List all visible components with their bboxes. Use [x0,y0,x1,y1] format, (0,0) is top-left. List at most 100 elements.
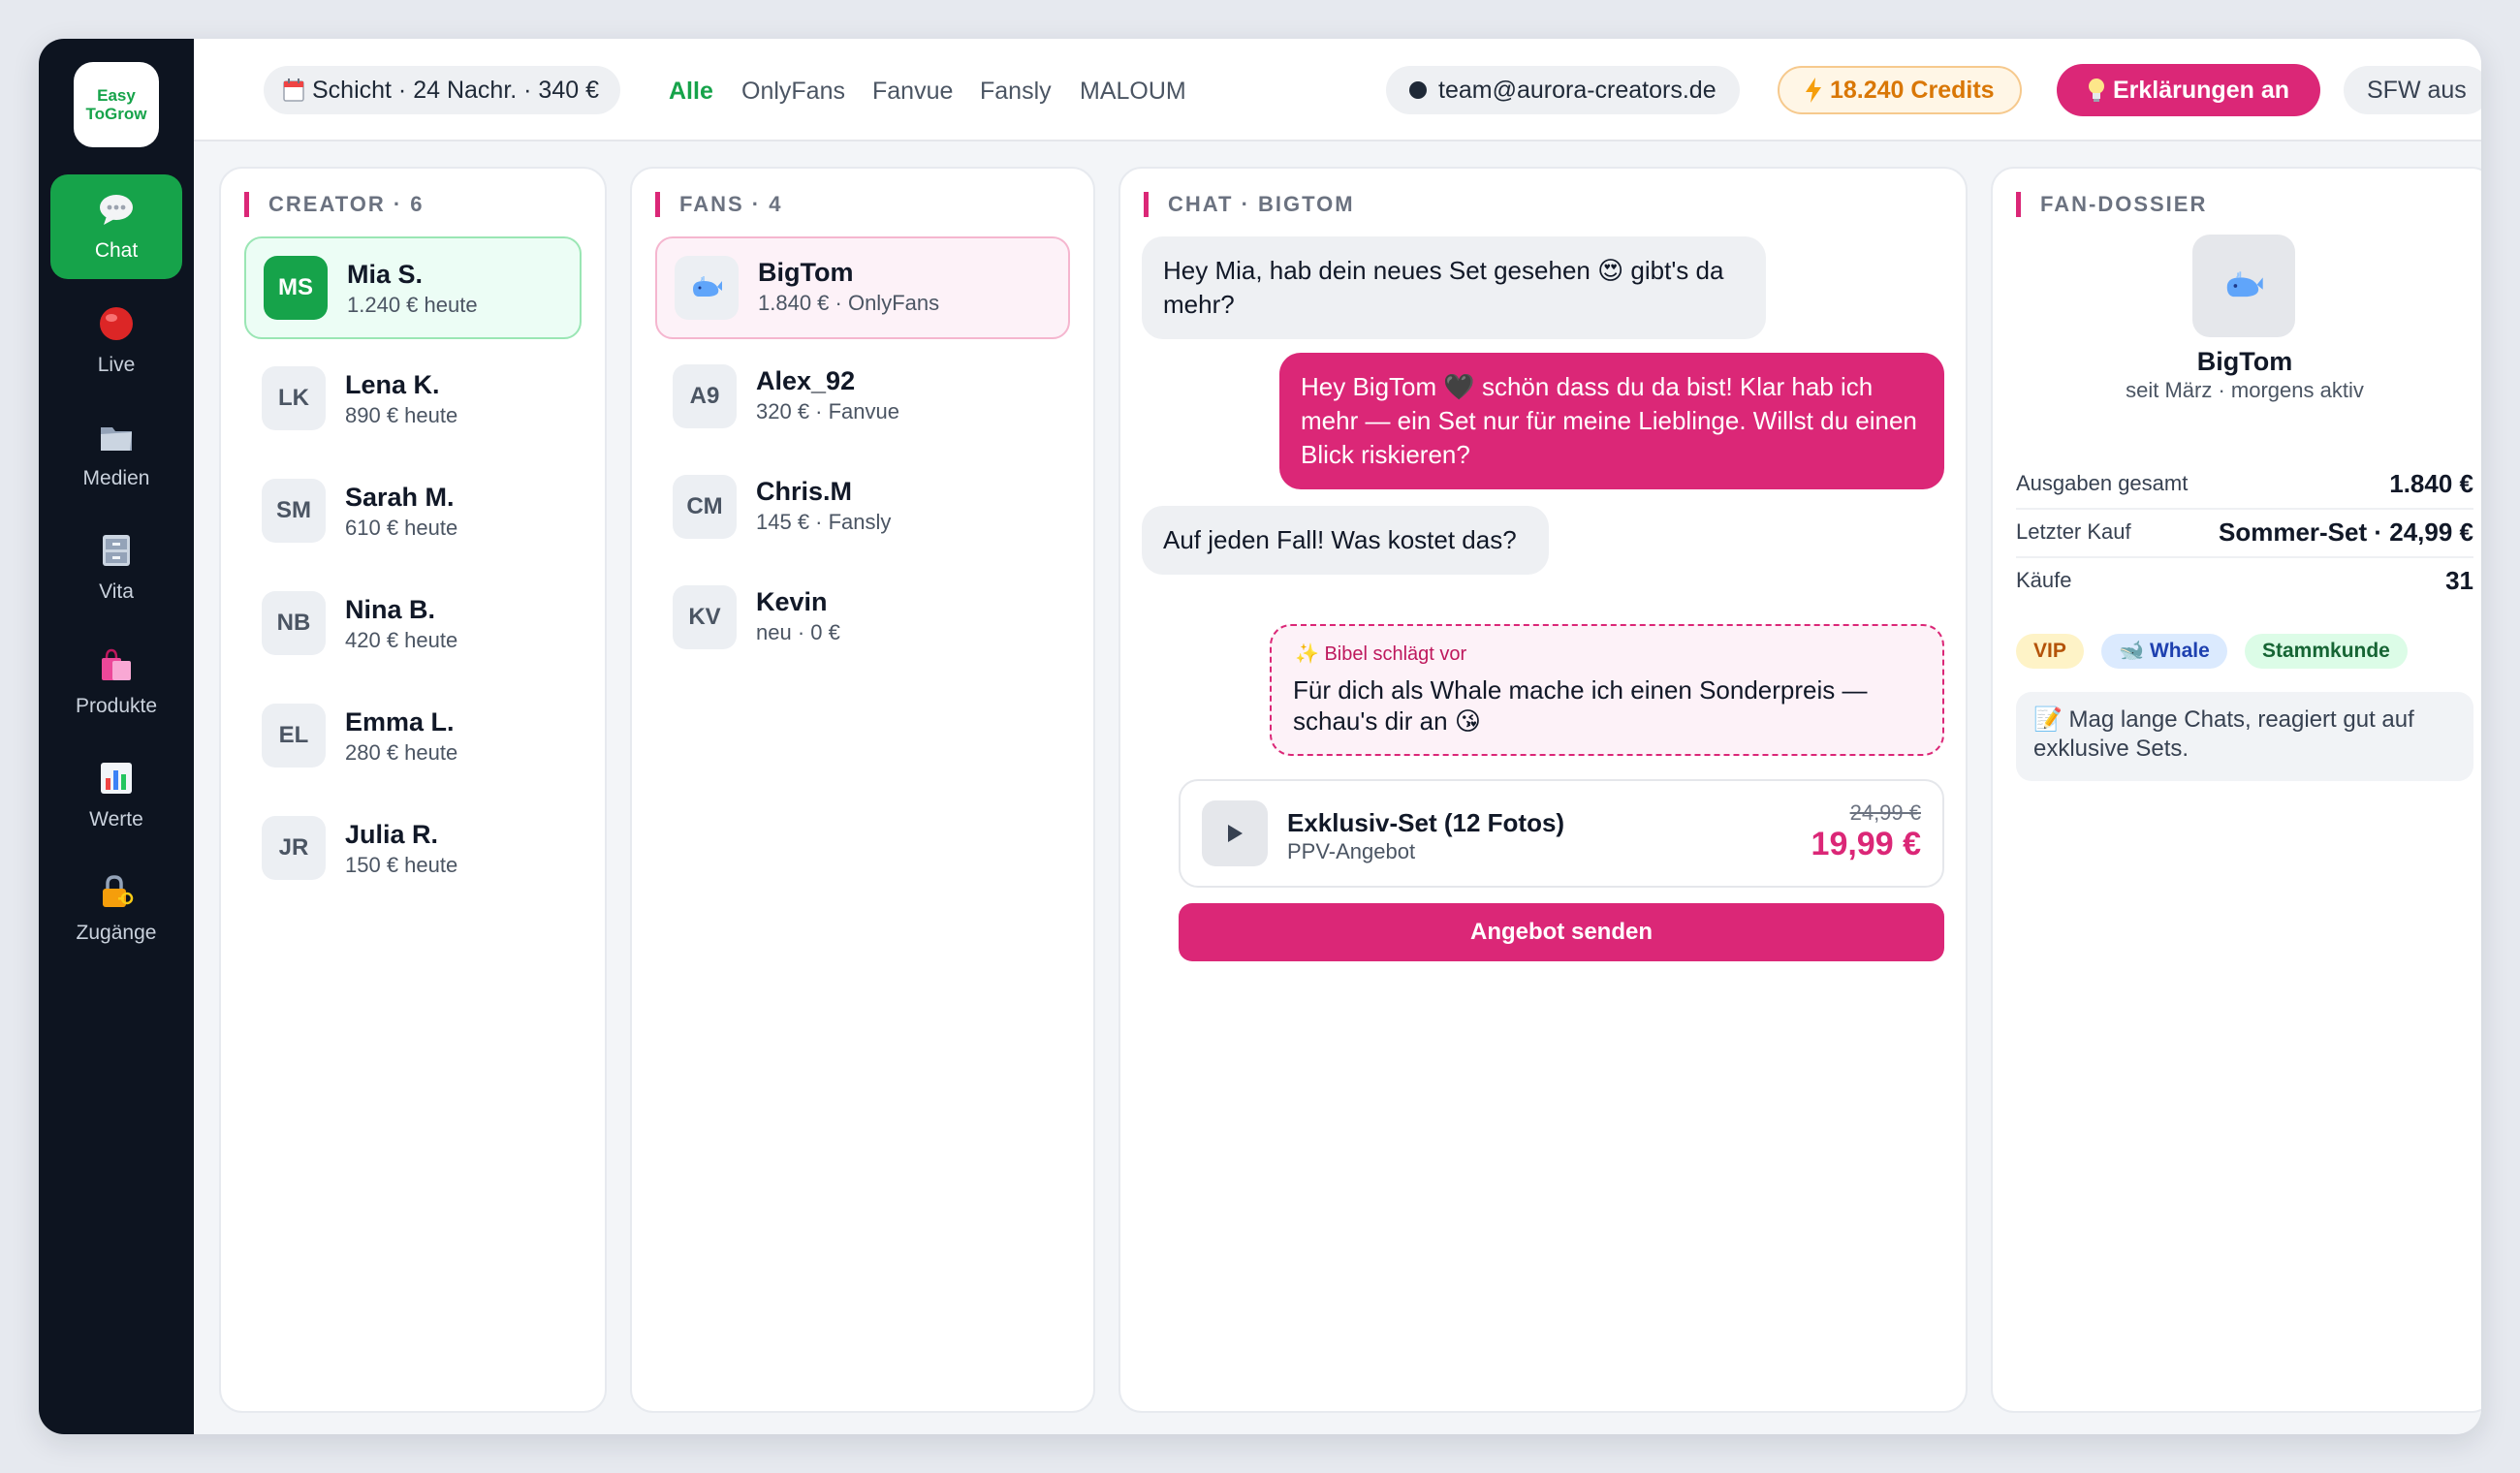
app-window: Easy ToGrow Chat Live Medien Vita Produk… [39,39,2481,1434]
tab-onlyfans[interactable]: OnlyFans [741,78,845,106]
sidebar-item-label: Werte [89,808,143,831]
sidebar-item-label: Medien [82,467,150,489]
creator-list-item[interactable]: SM Sarah M. 610 € heute [244,461,582,564]
lock-key-icon [98,873,135,910]
tag-stammkunde: Stammkunde [2245,634,2408,669]
fan-list-item[interactable]: BigTom 1.840 € · OnlyFans [655,236,1070,339]
creator-name: Lena K. [345,370,440,399]
creator-name: Nina B. [345,595,436,624]
tab-maloum[interactable]: MALOUM [1080,78,1186,106]
fan-name: Kevin [756,587,828,616]
stat-value: Sommer-Set · 24,99 € [2218,517,2473,547]
topbar: Schicht · 24 Nachr. · 340 € Alle OnlyFan… [194,39,2481,141]
tab-fanvue[interactable]: Fanvue [872,78,953,106]
fan-list-item[interactable]: KV Kevin neu · 0 € [655,568,1070,671]
credits-badge[interactable]: 18.240 Credits [1778,66,2022,114]
avatar: NB [262,591,326,655]
shift-summary-pill[interactable]: Schicht · 24 Nachr. · 340 € [264,66,620,114]
fan-name: BigTom [758,258,854,287]
creator-list-item[interactable]: EL Emma L. 280 € heute [244,686,582,789]
avatar: SM [262,479,326,543]
fans-panel-title: FANS · 4 [655,192,782,217]
speech-bubble-icon [98,191,135,228]
red-circle-icon [98,305,135,342]
calendar-icon [283,78,304,102]
creator-name: Julia R. [345,820,439,849]
sidebar-item-label: Live [97,354,136,376]
creator-list-item[interactable]: NB Nina B. 420 € heute [244,574,582,676]
chat-message-incoming: Hey Mia, hab dein neues Set gesehen 😍 gi… [1142,236,1766,339]
folder-icon [98,419,135,455]
stat-value: 1.840 € [2389,469,2473,498]
logo-line-1: Easy [97,86,136,105]
lightbulb-icon [2088,78,2105,103]
account-email: team@aurora-creators.de [1438,76,1717,104]
sidebar-item-label: Vita [99,580,134,603]
fan-spend: 1.840 € · OnlyFans [758,291,940,315]
shopping-bags-icon [98,646,135,683]
sidebar-item-vita[interactable]: Vita [50,516,182,620]
avatar: JR [262,816,326,880]
tab-fansly[interactable]: Fansly [980,78,1052,106]
sidebar-item-label: Zugänge [76,922,157,944]
sidebar-item-werte[interactable]: Werte [50,743,182,848]
creator-earnings: 1.240 € heute [347,293,478,317]
offer-subtitle: PPV-Angebot [1287,839,1416,863]
sidebar-item-medien[interactable]: Medien [50,402,182,507]
app-logo[interactable]: Easy ToGrow [74,62,159,147]
fan-name: Chris.M [756,477,853,506]
dossier-fan-name: BigTom [2196,347,2293,376]
stat-value: 31 [2445,566,2473,595]
fan-list-item[interactable]: A9 Alex_92 320 € · Fanvue [655,347,1070,450]
account-email-pill[interactable]: team@aurora-creators.de [1386,66,1740,114]
stat-label: Ausgaben gesamt [2016,471,2189,495]
creator-earnings: 420 € heute [345,628,458,652]
creator-panel: CREATOR · 6 MS Mia S. 1.240 € heute LK L… [219,167,607,1413]
sidebar-item-label: Produkte [75,695,158,717]
tag-vip: VIP [2016,634,2084,669]
avatar: EL [262,704,326,768]
sidebar-item-produkte[interactable]: Produkte [50,630,182,735]
avatar: MS [264,256,328,320]
play-icon [1202,800,1268,866]
creator-name: Mia S. [347,260,424,289]
creator-earnings: 610 € heute [345,516,458,540]
fan-list-item[interactable]: CM Chris.M 145 € · Fansly [655,457,1070,560]
dossier-panel-title: FAN-DOSSIER [2016,192,2207,217]
creator-list-item[interactable]: MS Mia S. 1.240 € heute [244,236,582,339]
sidebar-item-zugaenge[interactable]: Zugänge [50,857,182,961]
creator-list-item[interactable]: LK Lena K. 890 € heute [244,349,582,452]
fan-spend: 320 € · Fanvue [756,399,899,423]
offer-old-price: 24,99 € [1849,800,1921,825]
dossier-fan-sub: seit März · morgens aktiv [2126,378,2364,402]
explanations-toggle-button[interactable]: Erklärungen an [2057,64,2320,116]
logo-line-2: ToGrow [85,105,147,123]
sidebar-item-live[interactable]: Live [50,289,182,393]
chat-message-outgoing: Hey BigTom 🖤 schön dass du da bist! Klar… [1279,353,1944,489]
avatar: A9 [673,364,737,428]
sidebar-item-label: Chat [94,239,139,262]
tag-whale: 🐋 Whale [2101,634,2227,669]
tab-alle[interactable]: Alle [669,78,713,106]
avatar: CM [673,475,737,539]
bar-chart-icon [98,760,135,797]
file-cabinet-icon [98,532,135,569]
sidebar: Easy ToGrow Chat Live Medien Vita Produk… [39,39,194,1434]
sfw-label: SFW aus [2367,76,2467,104]
shift-summary-text: Schicht · 24 Nachr. · 340 € [312,76,599,104]
stat-label: Letzter Kauf [2016,519,2131,544]
offer-price: 19,99 € [1811,826,1921,862]
sidebar-item-chat[interactable]: Chat [50,174,182,279]
fan-spend: neu · 0 € [756,620,840,644]
stat-label: Käufe [2016,568,2072,592]
dossier-note: 📝 Mag lange Chats, reagiert gut auf exkl… [2016,692,2473,781]
sfw-toggle-button[interactable]: SFW aus [2344,66,2481,114]
offer-title: Exklusiv-Set (12 Fotos) [1287,808,1565,837]
ai-suggestion-box[interactable]: ✨ Bibel schlägt vor Für dich als Whale m… [1270,624,1944,756]
ai-suggestion-text: Für dich als Whale mache ich einen Sonde… [1293,675,1868,736]
avatar: KV [673,585,737,649]
send-offer-button[interactable]: Angebot senden [1179,903,1944,961]
creator-list-item[interactable]: JR Julia R. 150 € heute [244,799,582,901]
credits-text: 18.240 Credits [1830,76,1995,104]
ppv-offer-card[interactable]: Exklusiv-Set (12 Fotos) PPV-Angebot 24,9… [1179,779,1944,888]
